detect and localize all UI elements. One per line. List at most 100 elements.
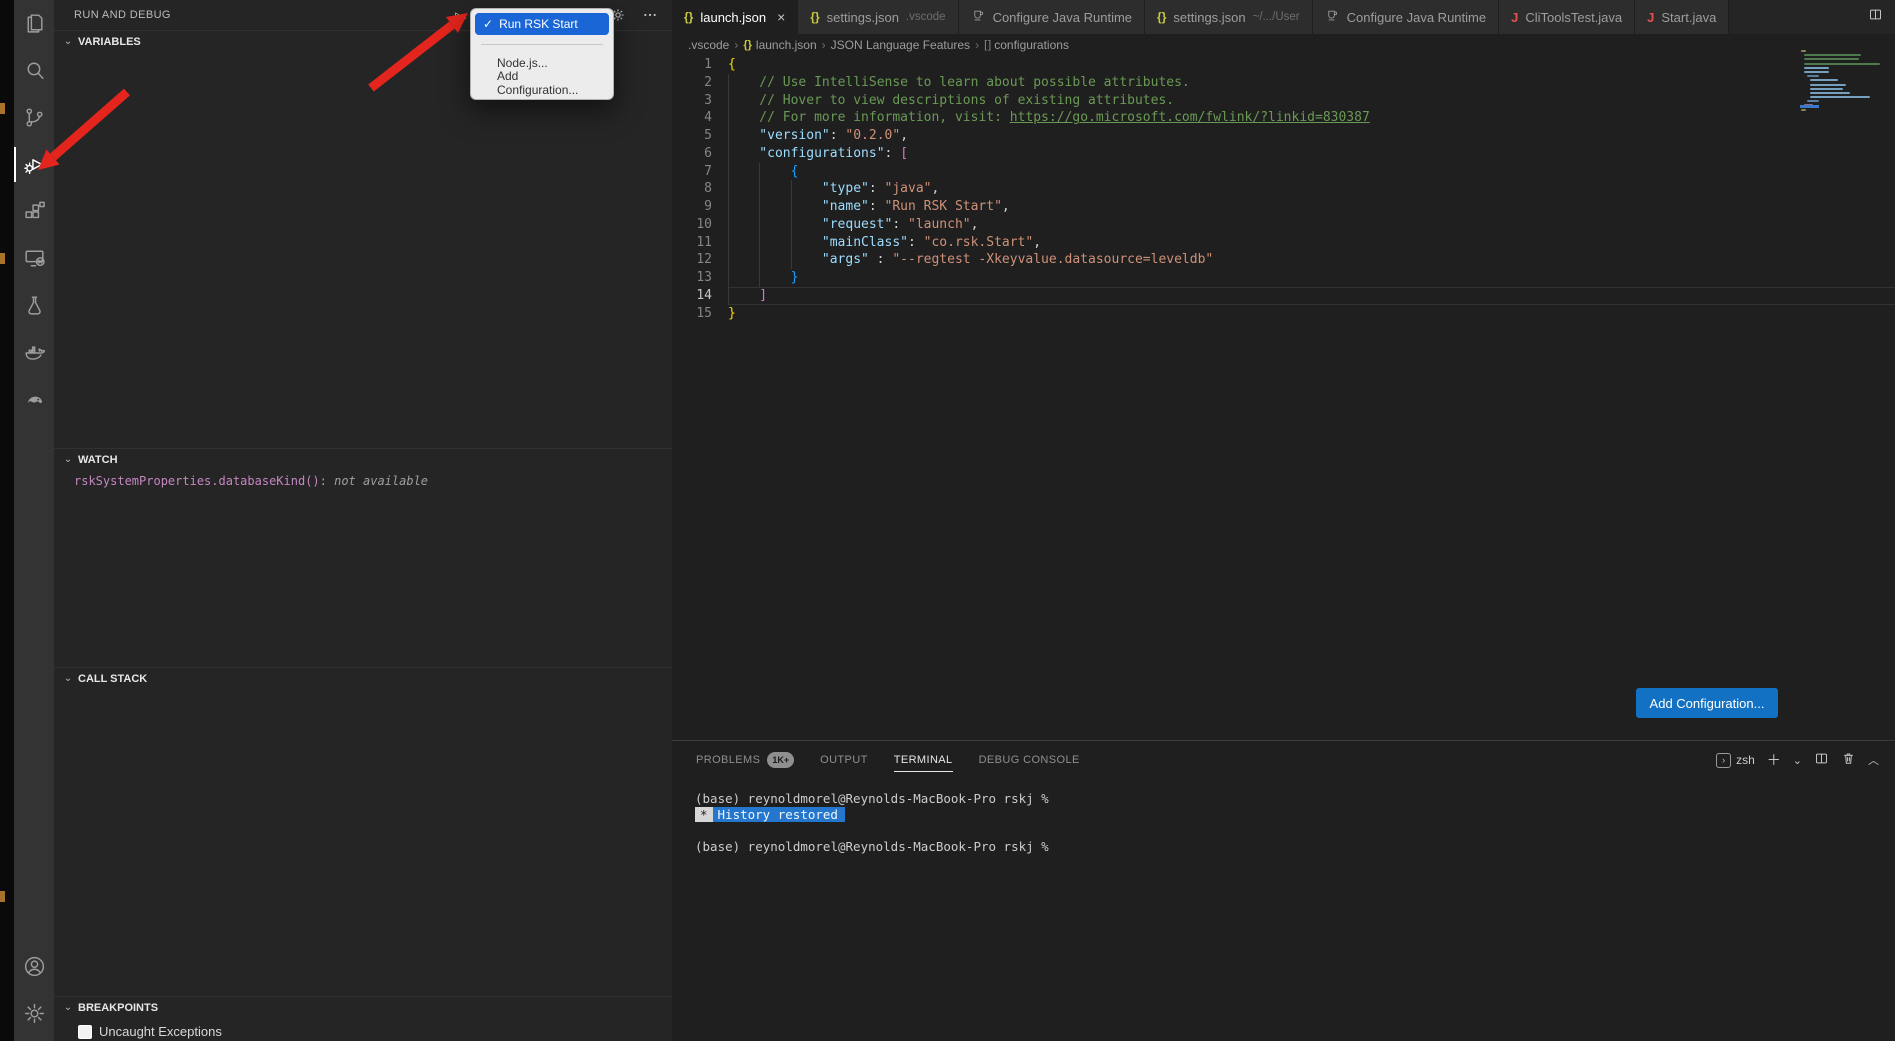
code-line-9[interactable]: 9"name": "Run RSK Start", [672, 198, 1895, 216]
code-token: } [791, 269, 799, 287]
accounts-icon[interactable] [14, 943, 54, 990]
tab-start-java[interactable]: JStart.java [1635, 0, 1729, 34]
search-icon[interactable] [14, 47, 54, 94]
code-token: "0.2.0" [845, 127, 900, 145]
menu-item-add-configuration[interactable]: Add Configuration... [471, 73, 613, 93]
breadcrumb-item[interactable]: {}launch.json [743, 38, 816, 52]
menu-item-run-rsk-start[interactable]: ✓ Run RSK Start [475, 13, 609, 35]
code-line-14[interactable]: 14] [672, 287, 1895, 305]
watch-expression-row[interactable]: rskSystemProperties.databaseKind(): not … [54, 470, 672, 488]
indent-guide [791, 251, 822, 269]
code-line-5[interactable]: 5"version": "0.2.0", [672, 127, 1895, 145]
code-token: , [931, 180, 939, 198]
code-token: , [1002, 198, 1010, 216]
uncaught-exceptions-label: Uncaught Exceptions [99, 1024, 222, 1039]
code-line-15[interactable]: 15} [672, 305, 1895, 323]
variables-label: VARIABLES [78, 36, 141, 48]
line-number: 9 [672, 198, 712, 216]
code-line-11[interactable]: 11"mainClass": "co.rsk.Start", [672, 234, 1895, 252]
code-editor[interactable]: 1{2// Use IntelliSense to learn about po… [672, 56, 1895, 740]
minimap-line [1804, 71, 1829, 73]
split-terminal-icon[interactable] [1814, 751, 1829, 769]
close-icon[interactable]: × [777, 9, 785, 25]
more-actions-icon[interactable] [642, 7, 658, 23]
code-line-3[interactable]: 3// Hover to view descriptions of existi… [672, 92, 1895, 110]
panel-tab-debug-console[interactable]: DEBUG CONSOLE [979, 741, 1080, 779]
panel-tab-problems[interactable]: PROBLEMS1K+ [696, 741, 794, 779]
shell-selector[interactable]: › zsh [1716, 753, 1755, 768]
breakpoints-section-header[interactable]: ⌄ BREAKPOINTS [54, 996, 672, 1018]
breadcrumb-item[interactable]: [ ]configurations [984, 38, 1069, 52]
code-line-1[interactable]: 1{ [672, 56, 1895, 74]
tab-configure-java-runtime[interactable]: Configure Java Runtime [1313, 0, 1499, 34]
activity-bar-bottom [14, 943, 54, 1041]
code-token: : [869, 251, 892, 269]
source-control-icon[interactable] [14, 94, 54, 141]
gradle-icon[interactable] [14, 376, 54, 423]
code-line-4[interactable]: 4// For more information, visit: https:/… [672, 109, 1895, 127]
line-content: "mainClass": "co.rsk.Start", [728, 234, 1895, 252]
code-line-7[interactable]: 7{ [672, 163, 1895, 181]
tab-launch-json[interactable]: {}launch.json× [672, 0, 798, 34]
split-editor-icon[interactable] [1868, 7, 1883, 27]
terminal-dropdown-icon[interactable]: ⌄ [1793, 754, 1802, 767]
code-line-10[interactable]: 10"request": "launch", [672, 216, 1895, 234]
indent-guide [728, 234, 759, 252]
settings-icon[interactable] [14, 990, 54, 1037]
desktop-edge-mark [0, 891, 5, 902]
code-line-6[interactable]: 6"configurations": [ [672, 145, 1895, 163]
testing-icon[interactable] [14, 282, 54, 329]
panel-tabbar: PROBLEMS1K+ OUTPUT TERMINAL DEBUG CONSOLE ›… [672, 741, 1895, 779]
breadcrumb-label: launch.json [756, 38, 817, 52]
watch-section-header[interactable]: ⌄ WATCH [54, 448, 672, 470]
extensions-icon[interactable] [14, 188, 54, 235]
editor-actions [1868, 0, 1895, 34]
history-restored-badge: History restored [713, 807, 845, 822]
tab-configure-java-runtime[interactable]: Configure Java Runtime [959, 0, 1145, 34]
menu-separator [481, 44, 603, 45]
minimap[interactable] [1801, 50, 1881, 113]
code-token: "mainClass" [822, 234, 908, 252]
code-token: , [971, 216, 979, 234]
code-token: : [908, 234, 924, 252]
panel-tab-terminal[interactable]: TERMINAL [894, 741, 953, 779]
panel-tab-output[interactable]: OUTPUT [820, 741, 868, 779]
code-line-12[interactable]: 12"args" : "--regtest -Xkeyvalue.datasou… [672, 251, 1895, 269]
docker-icon[interactable] [14, 329, 54, 376]
json-file-icon: {} [810, 10, 819, 24]
line-content: "args" : "--regtest -Xkeyvalue.datasourc… [728, 251, 1895, 269]
minimap-line [1810, 92, 1850, 94]
code-token: "Run RSK Start" [885, 198, 1002, 216]
tab-settings-json[interactable]: {}settings.json~/.../User [1145, 0, 1313, 34]
call-stack-section-header[interactable]: ⌄ CALL STACK [54, 667, 672, 689]
add-configuration-button[interactable]: Add Configuration... [1636, 688, 1778, 718]
code-line-8[interactable]: 8"type": "java", [672, 180, 1895, 198]
desktop-edge-mark [0, 253, 5, 264]
maximize-panel-icon[interactable]: ︿ [1868, 752, 1879, 768]
tab-settings-json[interactable]: {}settings.json.vscode [798, 0, 958, 34]
run-and-debug-icon[interactable] [14, 141, 54, 188]
code-line-13[interactable]: 13} [672, 269, 1895, 287]
breadcrumb[interactable]: .vscode›{}launch.json›JSON Language Feat… [672, 34, 1895, 56]
uncaught-exceptions-checkbox[interactable] [78, 1025, 92, 1039]
code-line-2[interactable]: 2// Use IntelliSense to learn about poss… [672, 74, 1895, 92]
kill-terminal-icon[interactable] [1841, 751, 1856, 769]
explorer-icon[interactable] [14, 0, 54, 47]
breadcrumb-separator: › [734, 38, 738, 52]
minimap-line [1804, 63, 1880, 65]
tab-detail: ~/.../User [1253, 11, 1300, 23]
comment-link[interactable]: https://go.microsoft.com/fwlink/?linkid=… [1010, 109, 1370, 127]
new-terminal-icon[interactable]: ＋ [1767, 750, 1781, 770]
code-token: "configurations" [759, 145, 884, 163]
editor-tabbar: {}launch.json×{}settings.json.vscodeConf… [672, 0, 1895, 34]
breadcrumb-item[interactable]: .vscode [688, 38, 729, 52]
code-token: "--regtest -Xkeyvalue.datasource=leveldb… [892, 251, 1213, 269]
start-debugging-icon[interactable]: ▷ [455, 8, 467, 26]
breadcrumb-item[interactable]: JSON Language Features [831, 38, 970, 52]
indent-guide [791, 216, 822, 234]
tab-clitoolstest-java[interactable]: JCliToolsTest.java [1499, 0, 1635, 34]
terminal-output[interactable]: (base) reynoldmorel@Reynolds-MacBook-Pro… [672, 779, 1895, 855]
indent-guide [759, 180, 790, 198]
remote-explorer-icon[interactable] [14, 235, 54, 282]
line-content: // Hover to view descriptions of existin… [728, 92, 1895, 110]
